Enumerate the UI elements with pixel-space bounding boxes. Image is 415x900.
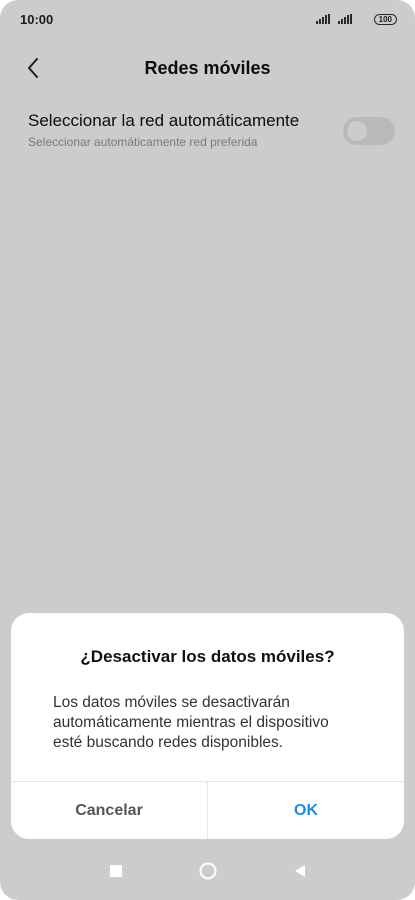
home-circle-icon — [199, 862, 216, 880]
dialog-actions: Cancelar OK — [11, 781, 404, 839]
navigation-bar — [0, 842, 415, 900]
dialog-message: Los datos móviles se desactivarán automá… — [53, 694, 329, 751]
confirm-dialog: ¿Desactivar los datos móviles? Los datos… — [11, 613, 404, 839]
phone-screen: 10:00 100 Redes móviles Seleccionar la r… — [0, 0, 415, 900]
square-icon — [109, 865, 122, 877]
dialog-title: ¿Desactivar los datos móviles? — [80, 647, 335, 666]
cancel-button[interactable]: Cancelar — [11, 782, 208, 839]
back-triangle-icon — [294, 865, 305, 877]
recents-button[interactable] — [105, 860, 127, 882]
home-button[interactable] — [197, 860, 219, 882]
ok-button[interactable]: OK — [208, 782, 404, 839]
back-button[interactable] — [289, 860, 311, 882]
